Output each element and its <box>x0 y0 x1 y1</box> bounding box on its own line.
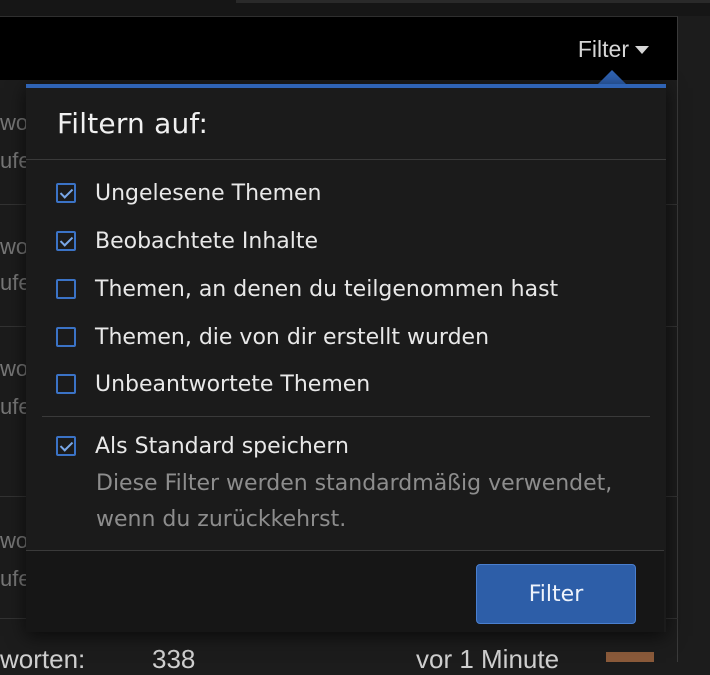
save-default-hint: Diese Filter werden standardmäßig verwen… <box>96 471 613 532</box>
apply-filter-button[interactable]: Filter <box>476 564 636 624</box>
filter-option-unanswered[interactable]: Unbeantwortete Themen <box>56 369 370 399</box>
save-default-label: Als Standard speichern <box>95 433 349 459</box>
filter-option-watched[interactable]: Beobachtete Inhalte <box>56 226 318 256</box>
checkbox-icon[interactable] <box>56 279 76 299</box>
checkbox-icon[interactable] <box>56 374 76 394</box>
filter-option-label: Themen, an denen du teilgenommen hast <box>95 276 559 302</box>
replies-count: 338 <box>152 644 196 674</box>
filter-toggle-button[interactable]: Filter <box>578 34 649 64</box>
checkbox-icon[interactable] <box>56 436 76 456</box>
row-fragment: wo <box>0 234 29 259</box>
checkbox-icon[interactable] <box>56 183 76 203</box>
filter-option-label: Themen, die von dir erstellt wurden <box>95 324 490 350</box>
last-post-time: vor 1 Minute <box>416 644 560 674</box>
chevron-down-icon <box>635 46 649 54</box>
save-default-option[interactable]: Als Standard speichern <box>56 431 349 461</box>
thread-stats-row: worten: 338 vor 1 Minute <box>0 640 678 674</box>
top-edge <box>236 0 710 3</box>
checkbox-icon[interactable] <box>56 327 76 347</box>
filter-option-unread[interactable]: Ungelesene Themen <box>56 178 322 208</box>
filter-option-participated[interactable]: Themen, an denen du teilgenommen hast <box>56 274 558 304</box>
replies-label: worten: <box>0 644 86 674</box>
checkbox-icon[interactable] <box>56 231 76 251</box>
dropdown-arrow <box>598 70 626 84</box>
filter-dropdown: Filtern auf: Ungelesene Themen Beobachte… <box>26 84 666 632</box>
row-fragment: wo <box>0 356 29 381</box>
menu-divider <box>42 416 650 417</box>
row-fragment: wo <box>0 528 29 553</box>
top-strip <box>0 0 710 16</box>
filter-option-label: Ungelesene Themen <box>95 180 322 206</box>
filter-option-label: Unbeantwortete Themen <box>95 371 371 397</box>
filter-option-label: Beobachtete Inhalte <box>95 228 319 254</box>
filter-header-bar: Filter <box>0 16 678 80</box>
avatar[interactable] <box>606 652 654 662</box>
row-fragment: wo <box>0 110 29 135</box>
filter-toggle-label: Filter <box>577 35 629 62</box>
filter-option-started[interactable]: Themen, die von dir erstellt wurden <box>56 322 489 352</box>
filter-dropdown-title: Filtern auf: <box>26 88 666 160</box>
